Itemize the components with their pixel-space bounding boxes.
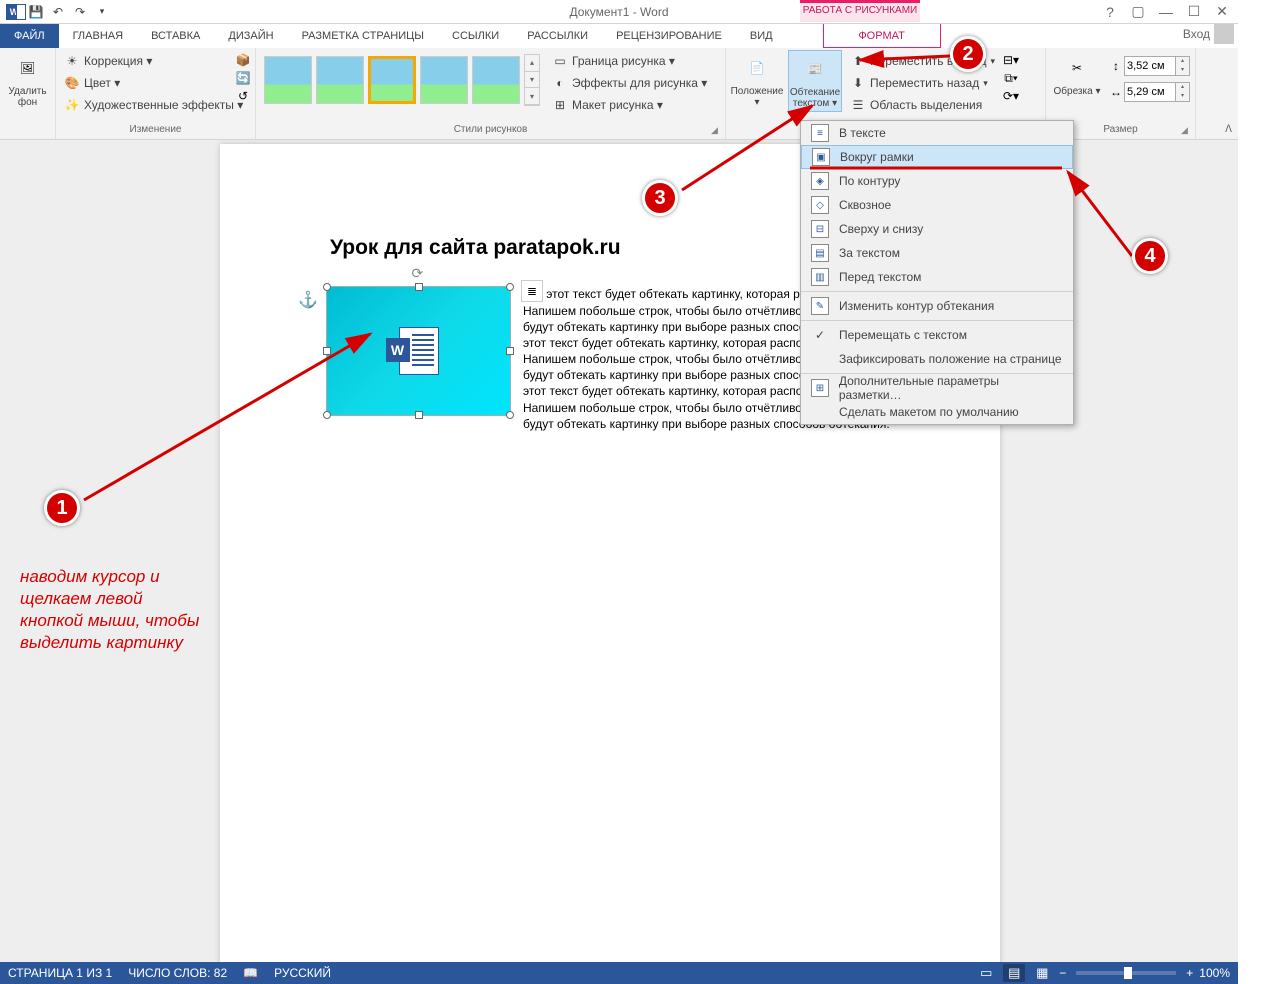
annotation-arrow-1 [0,0,1238,984]
